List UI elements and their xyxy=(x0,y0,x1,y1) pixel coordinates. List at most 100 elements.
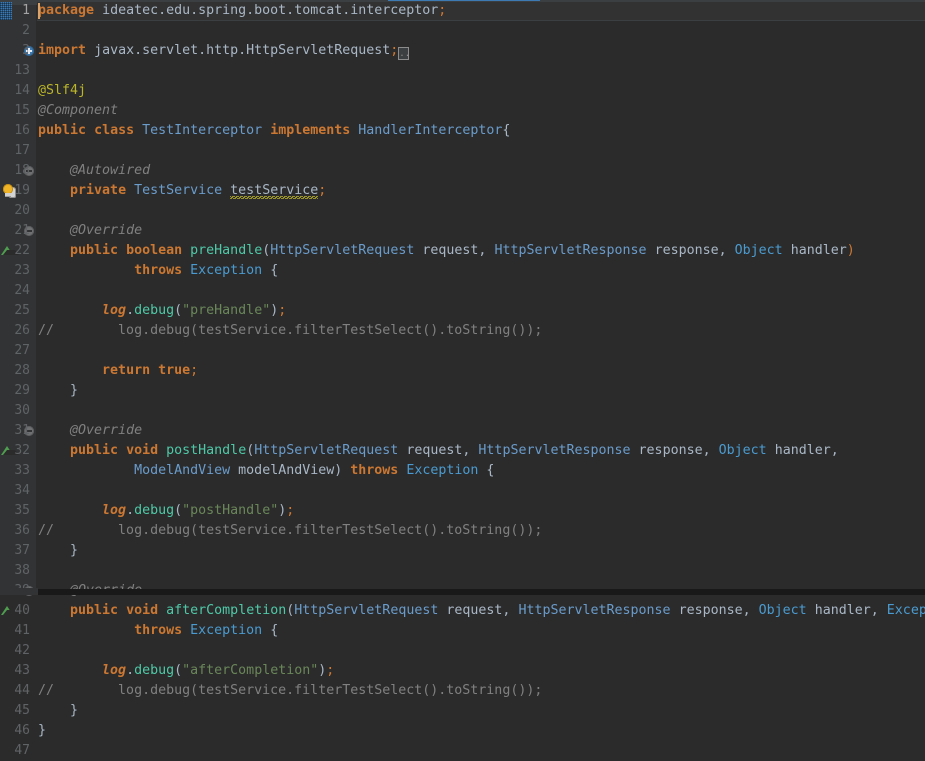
line-content[interactable]: // log.debug(testService.filterTestSelec… xyxy=(38,521,542,541)
code-line[interactable]: 15 @Component xyxy=(0,101,925,121)
line-content[interactable]: log.debug("afterCompletion"); xyxy=(38,661,334,681)
code-line[interactable]: 22 public boolean preHandle(HttpServletR… xyxy=(0,241,925,261)
code-line[interactable]: 35 log.debug("postHandle"); xyxy=(0,501,925,521)
code-line[interactable]: 18 @Autowired xyxy=(0,161,925,181)
code-line[interactable]: 38 xyxy=(0,561,925,581)
line-content[interactable]: @Component xyxy=(38,101,118,121)
code-line[interactable]: 27 xyxy=(0,341,925,361)
line-number: 47 xyxy=(14,743,30,758)
line-number: 31 xyxy=(14,423,30,438)
code-line[interactable]: 42 xyxy=(0,641,925,661)
line-content[interactable]: @Slf4j xyxy=(38,81,86,101)
line-content[interactable]: // log.debug(testService.filterTestSelec… xyxy=(38,321,542,341)
line-number: 40 xyxy=(14,603,30,618)
line-content[interactable]: // log.debug(testService.filterTestSelec… xyxy=(38,681,542,701)
code-line[interactable]: 30 xyxy=(0,401,925,421)
code-line[interactable]: 16 public class TestInterceptor implemen… xyxy=(0,121,925,141)
line-content[interactable]: } xyxy=(38,701,78,721)
code-line[interactable]: 40 public void afterCompletion(HttpServl… xyxy=(0,601,925,621)
line-content[interactable]: } xyxy=(38,381,78,401)
code-line[interactable]: 47 xyxy=(0,741,925,761)
code-line[interactable]: 29 } xyxy=(0,381,925,401)
code-line[interactable]: 25 log.debug("preHandle"); xyxy=(0,301,925,321)
code-line[interactable]: 20 xyxy=(0,201,925,221)
line-number: 36 xyxy=(14,523,30,538)
warning-underlined-token[interactable]: testService xyxy=(230,183,319,199)
code-line[interactable]: 34 xyxy=(0,481,925,501)
folded-region-placeholder[interactable]: .. xyxy=(398,47,410,60)
code-line[interactable]: 43 log.debug("afterCompletion"); xyxy=(0,661,925,681)
line-content[interactable]: public class TestInterceptor implements … xyxy=(38,121,510,141)
line-number: 26 xyxy=(14,323,30,338)
line-number: 38 xyxy=(14,563,30,578)
line-number: 15 xyxy=(14,103,30,118)
line-content[interactable]: ModelAndView modelAndView) throws Except… xyxy=(38,461,494,481)
line-content[interactable]: log.debug("postHandle"); xyxy=(38,501,294,521)
line-number: 46 xyxy=(14,723,30,738)
code-line[interactable]: 2 xyxy=(0,21,925,41)
line-number: 45 xyxy=(14,703,30,718)
line-content[interactable]: public void postHandle(HttpServletReques… xyxy=(38,441,839,461)
line-number: 30 xyxy=(14,403,30,418)
code-line[interactable]: 13 xyxy=(0,61,925,81)
line-content[interactable]: @Autowired xyxy=(38,161,150,181)
code-line[interactable]: 26 // log.debug(testService.filterTestSe… xyxy=(0,321,925,341)
line-number: 20 xyxy=(14,203,30,218)
line-number: 19 xyxy=(14,183,30,198)
code-line[interactable]: 14 @Slf4j xyxy=(0,81,925,101)
line-content[interactable]: log.debug("preHandle"); xyxy=(38,301,286,321)
code-line[interactable]: 37 } xyxy=(0,541,925,561)
line-content[interactable]: throws Exception { xyxy=(38,621,278,641)
line-number: 1 xyxy=(22,3,30,18)
code-line[interactable]: 44 // log.debug(testService.filterTestSe… xyxy=(0,681,925,701)
line-content[interactable]: } xyxy=(38,541,78,561)
code-line[interactable]: 3 import javax.servlet.http.HttpServletR… xyxy=(0,41,925,61)
code-line[interactable]: 36 // log.debug(testService.filterTestSe… xyxy=(0,521,925,541)
gutter-bottom-pad xyxy=(0,588,38,595)
line-content[interactable]: public void afterCompletion(HttpServletR… xyxy=(38,601,925,621)
line-number: 43 xyxy=(14,663,30,678)
editor-bottom-border xyxy=(38,589,925,595)
code-line[interactable]: 19 private TestService testService; xyxy=(0,181,925,201)
line-content[interactable]: import javax.servlet.http.HttpServletReq… xyxy=(38,41,410,61)
code-line[interactable]: 23 throws Exception { xyxy=(0,261,925,281)
code-line[interactable]: 45 } xyxy=(0,701,925,721)
code-line[interactable]: 41 throws Exception { xyxy=(0,621,925,641)
line-number: 37 xyxy=(14,543,30,558)
line-number: 3 xyxy=(22,43,30,58)
code-editor[interactable]: 1 package ideatec.edu.spring.boot.tomcat… xyxy=(0,0,925,758)
line-number: 13 xyxy=(14,63,30,78)
line-number: 18 xyxy=(14,163,30,178)
line-content[interactable]: private TestService testService; xyxy=(38,181,326,201)
line-content[interactable]: } xyxy=(38,721,46,741)
line-number: 14 xyxy=(14,83,30,98)
code-line[interactable]: 46 } xyxy=(0,721,925,741)
code-line[interactable]: 28 return true; xyxy=(0,361,925,381)
line-number: 34 xyxy=(14,483,30,498)
line-number: 24 xyxy=(14,283,30,298)
code-line[interactable]: 33 ModelAndView modelAndView) throws Exc… xyxy=(0,461,925,481)
line-content[interactable]: @Override xyxy=(38,221,142,241)
code-line[interactable]: 21 @Override xyxy=(0,221,925,241)
line-content[interactable]: package ideatec.edu.spring.boot.tomcat.i… xyxy=(38,1,446,21)
line-number: 28 xyxy=(14,363,30,378)
line-number: 23 xyxy=(14,263,30,278)
line-number: 27 xyxy=(14,343,30,358)
line-content[interactable]: return true; xyxy=(38,361,198,381)
line-content[interactable]: @Override xyxy=(38,421,142,441)
code-line[interactable]: 1 package ideatec.edu.spring.boot.tomcat… xyxy=(0,1,925,21)
line-number: 29 xyxy=(14,383,30,398)
code-line[interactable]: 32 public void postHandle(HttpServletReq… xyxy=(0,441,925,461)
text-caret xyxy=(38,3,40,19)
line-number: 21 xyxy=(14,223,30,238)
line-number: 22 xyxy=(14,243,30,258)
line-content[interactable]: public boolean preHandle(HttpServletRequ… xyxy=(38,241,855,261)
code-line[interactable]: 24 xyxy=(0,281,925,301)
line-content[interactable]: throws Exception { xyxy=(38,261,278,281)
line-number: 41 xyxy=(14,623,30,638)
line-number: 17 xyxy=(14,143,30,158)
line-number: 33 xyxy=(14,463,30,478)
code-line[interactable]: 17 xyxy=(0,141,925,161)
code-line[interactable]: 31 @Override xyxy=(0,421,925,441)
line-number: 25 xyxy=(14,303,30,318)
